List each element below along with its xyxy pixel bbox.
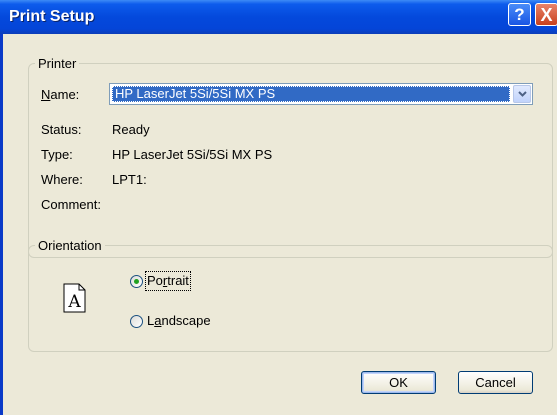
portrait-page-icon: A xyxy=(63,283,86,313)
comment-label: Comment: xyxy=(41,197,101,212)
title-bar[interactable]: Print Setup ? X xyxy=(0,0,557,34)
help-icon: ? xyxy=(514,5,525,24)
type-label: Type: xyxy=(41,147,73,162)
landscape-label-post: ndscape xyxy=(161,313,211,328)
status-value: Ready xyxy=(112,122,150,137)
name-label-rest: ame: xyxy=(50,87,80,102)
window-title: Print Setup xyxy=(9,8,95,25)
dialog-window: Print Setup ? X Printer Name: HP LaserJe… xyxy=(0,0,557,415)
landscape-radio[interactable] xyxy=(130,315,143,328)
name-label: Name: xyxy=(41,87,80,102)
chevron-down-icon xyxy=(518,91,527,97)
where-value: LPT1: xyxy=(112,172,147,187)
type-value: HP LaserJet 5Si/5Si MX PS xyxy=(112,147,273,162)
close-button[interactable]: X xyxy=(535,3,557,26)
portrait-label-post: trait xyxy=(167,273,189,288)
ok-button[interactable]: OK xyxy=(361,371,436,394)
orientation-group: Orientation xyxy=(28,238,553,352)
close-icon: X xyxy=(540,5,553,25)
orientation-group-label: Orientation xyxy=(35,238,105,253)
portrait-label[interactable]: Portrait xyxy=(145,271,191,291)
printer-name-select[interactable]: HP LaserJet 5Si/5Si MX PS xyxy=(109,83,533,105)
where-label: Where: xyxy=(41,172,83,187)
portrait-radio[interactable] xyxy=(130,275,143,288)
printer-name-value: HP LaserJet 5Si/5Si MX PS xyxy=(112,86,510,102)
help-button[interactable]: ? xyxy=(508,3,531,26)
cancel-button[interactable]: Cancel xyxy=(458,371,533,394)
landscape-label[interactable]: Landscape xyxy=(147,313,211,329)
dialog-body: Printer Name: HP LaserJet 5Si/5Si MX PS … xyxy=(3,34,557,415)
portrait-label-pre: Po xyxy=(147,273,163,288)
status-label: Status: xyxy=(41,122,82,137)
page-icon-letter: A xyxy=(67,292,81,312)
dropdown-button[interactable] xyxy=(513,85,531,103)
printer-group-label: Printer xyxy=(35,56,80,71)
